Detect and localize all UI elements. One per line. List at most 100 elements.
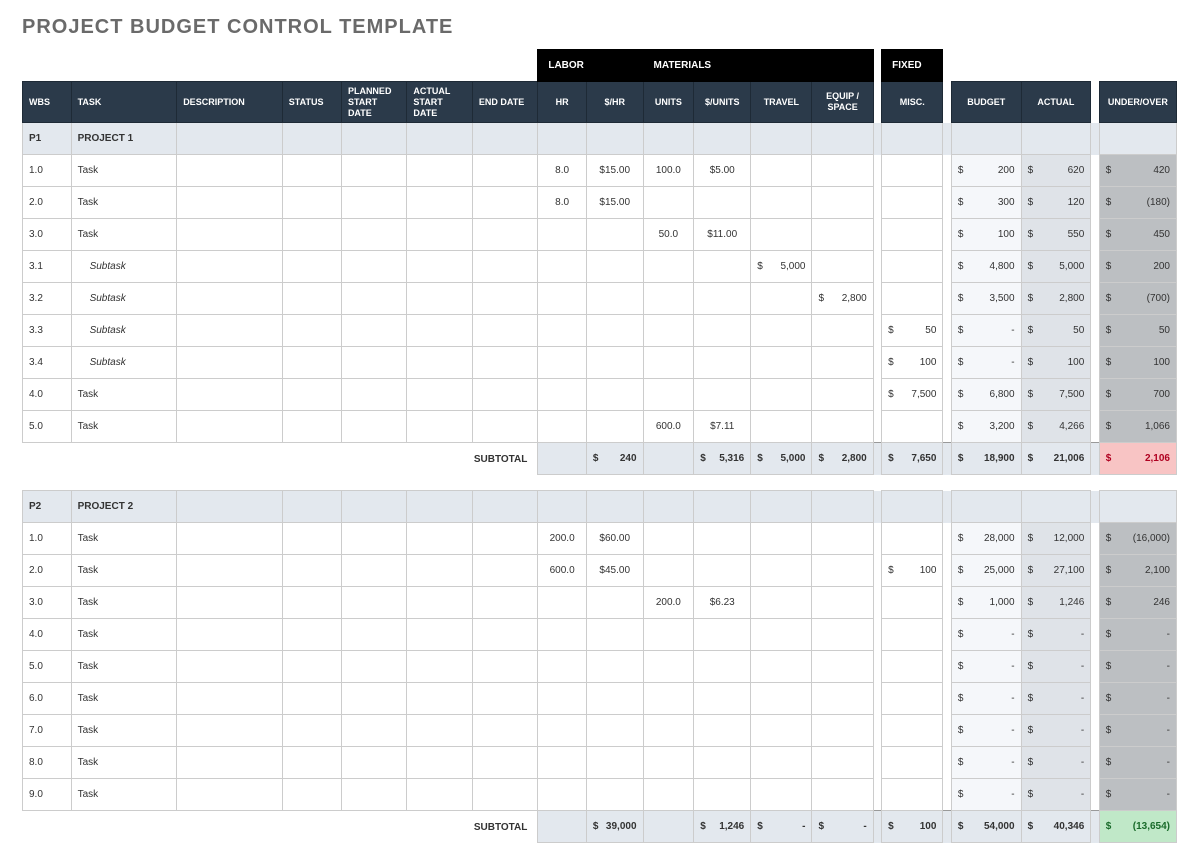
cell[interactable] <box>643 715 694 747</box>
cell-pstart[interactable] <box>341 683 406 715</box>
cell[interactable] <box>586 779 643 811</box>
cell-description[interactable] <box>177 555 283 587</box>
cell-status[interactable] <box>282 715 341 747</box>
cell-astart[interactable] <box>407 251 472 283</box>
cell-pstart[interactable] <box>341 411 406 443</box>
cell[interactable]: $2,800 <box>812 443 873 475</box>
cell[interactable]: 50.0 <box>643 219 694 251</box>
cell[interactable] <box>538 283 587 315</box>
cell-pstart[interactable] <box>341 715 406 747</box>
cell-task[interactable]: Task <box>71 219 177 251</box>
cell-status[interactable] <box>282 315 341 347</box>
cell[interactable] <box>643 347 694 379</box>
cell-pstart[interactable] <box>341 347 406 379</box>
cell[interactable]: $5,000 <box>751 443 812 475</box>
cell[interactable]: $100 <box>1021 347 1091 379</box>
cell-task[interactable]: Subtask <box>71 283 177 315</box>
cell[interactable]: $40,346 <box>1021 811 1091 843</box>
cell[interactable] <box>694 747 751 779</box>
cell[interactable] <box>751 523 812 555</box>
cell[interactable] <box>751 683 812 715</box>
cell-pstart[interactable] <box>341 619 406 651</box>
cell-wbs[interactable]: 2.0 <box>23 555 72 587</box>
cell[interactable] <box>586 747 643 779</box>
cell[interactable]: $11.00 <box>694 219 751 251</box>
cell[interactable] <box>643 651 694 683</box>
cell[interactable] <box>538 251 587 283</box>
cell-wbs[interactable]: 7.0 <box>23 715 72 747</box>
cell-status[interactable] <box>282 411 341 443</box>
cell-pstart[interactable] <box>341 155 406 187</box>
cell[interactable]: $246 <box>1099 587 1176 619</box>
cell-task[interactable]: Task <box>71 555 177 587</box>
cell[interactable] <box>586 587 643 619</box>
cell-end[interactable] <box>472 715 537 747</box>
cell-astart[interactable] <box>407 187 472 219</box>
cell-status[interactable] <box>282 555 341 587</box>
cell[interactable]: $21,006 <box>1021 443 1091 475</box>
cell[interactable] <box>882 683 943 715</box>
cell[interactable] <box>643 315 694 347</box>
cell-pstart[interactable] <box>341 315 406 347</box>
cell[interactable] <box>882 523 943 555</box>
cell[interactable] <box>586 315 643 347</box>
cell-end[interactable] <box>472 619 537 651</box>
cell[interactable]: $100 <box>951 219 1021 251</box>
cell[interactable] <box>586 683 643 715</box>
cell-astart[interactable] <box>407 555 472 587</box>
cell[interactable] <box>538 651 587 683</box>
cell-task[interactable]: Subtask <box>71 347 177 379</box>
cell[interactable]: $- <box>1099 619 1176 651</box>
cell-wbs[interactable]: 3.2 <box>23 283 72 315</box>
cell-task[interactable]: Task <box>71 651 177 683</box>
cell-wbs[interactable]: 4.0 <box>23 379 72 411</box>
cell[interactable]: $27,100 <box>1021 555 1091 587</box>
cell-description[interactable] <box>177 411 283 443</box>
cell[interactable]: $- <box>1099 683 1176 715</box>
cell[interactable] <box>882 187 943 219</box>
cell[interactable]: $- <box>951 779 1021 811</box>
cell[interactable]: $- <box>951 747 1021 779</box>
cell[interactable] <box>812 683 873 715</box>
cell-wbs[interactable]: 4.0 <box>23 619 72 651</box>
cell[interactable]: $5,316 <box>694 443 751 475</box>
cell-status[interactable] <box>282 347 341 379</box>
cell[interactable]: $12,000 <box>1021 523 1091 555</box>
cell[interactable] <box>812 715 873 747</box>
cell-end[interactable] <box>472 219 537 251</box>
cell[interactable] <box>812 155 873 187</box>
cell[interactable] <box>586 379 643 411</box>
cell[interactable] <box>694 315 751 347</box>
cell-wbs[interactable]: 3.0 <box>23 219 72 251</box>
cell-astart[interactable] <box>407 651 472 683</box>
cell[interactable]: $54,000 <box>951 811 1021 843</box>
cell-task[interactable]: Task <box>71 523 177 555</box>
cell[interactable] <box>751 411 812 443</box>
cell[interactable]: $- <box>1099 747 1176 779</box>
cell-astart[interactable] <box>407 411 472 443</box>
cell[interactable]: $- <box>1021 779 1091 811</box>
cell-task[interactable]: Task <box>71 747 177 779</box>
cell-task[interactable]: Task <box>71 155 177 187</box>
cell-end[interactable] <box>472 187 537 219</box>
cell-description[interactable] <box>177 587 283 619</box>
cell[interactable] <box>812 251 873 283</box>
cell[interactable]: $- <box>812 811 873 843</box>
cell[interactable] <box>694 523 751 555</box>
cell-description[interactable] <box>177 315 283 347</box>
cell[interactable] <box>694 683 751 715</box>
cell-wbs[interactable]: 1.0 <box>23 155 72 187</box>
cell[interactable] <box>586 411 643 443</box>
cell[interactable] <box>751 747 812 779</box>
cell-end[interactable] <box>472 587 537 619</box>
cell-end[interactable] <box>472 347 537 379</box>
cell-wbs[interactable]: 8.0 <box>23 747 72 779</box>
cell[interactable] <box>882 283 943 315</box>
cell-wbs[interactable]: 3.4 <box>23 347 72 379</box>
cell[interactable]: $- <box>1021 715 1091 747</box>
cell-astart[interactable] <box>407 347 472 379</box>
cell[interactable]: $- <box>1099 715 1176 747</box>
cell[interactable]: $200 <box>951 155 1021 187</box>
cell[interactable]: $2,800 <box>812 283 873 315</box>
cell-description[interactable] <box>177 347 283 379</box>
